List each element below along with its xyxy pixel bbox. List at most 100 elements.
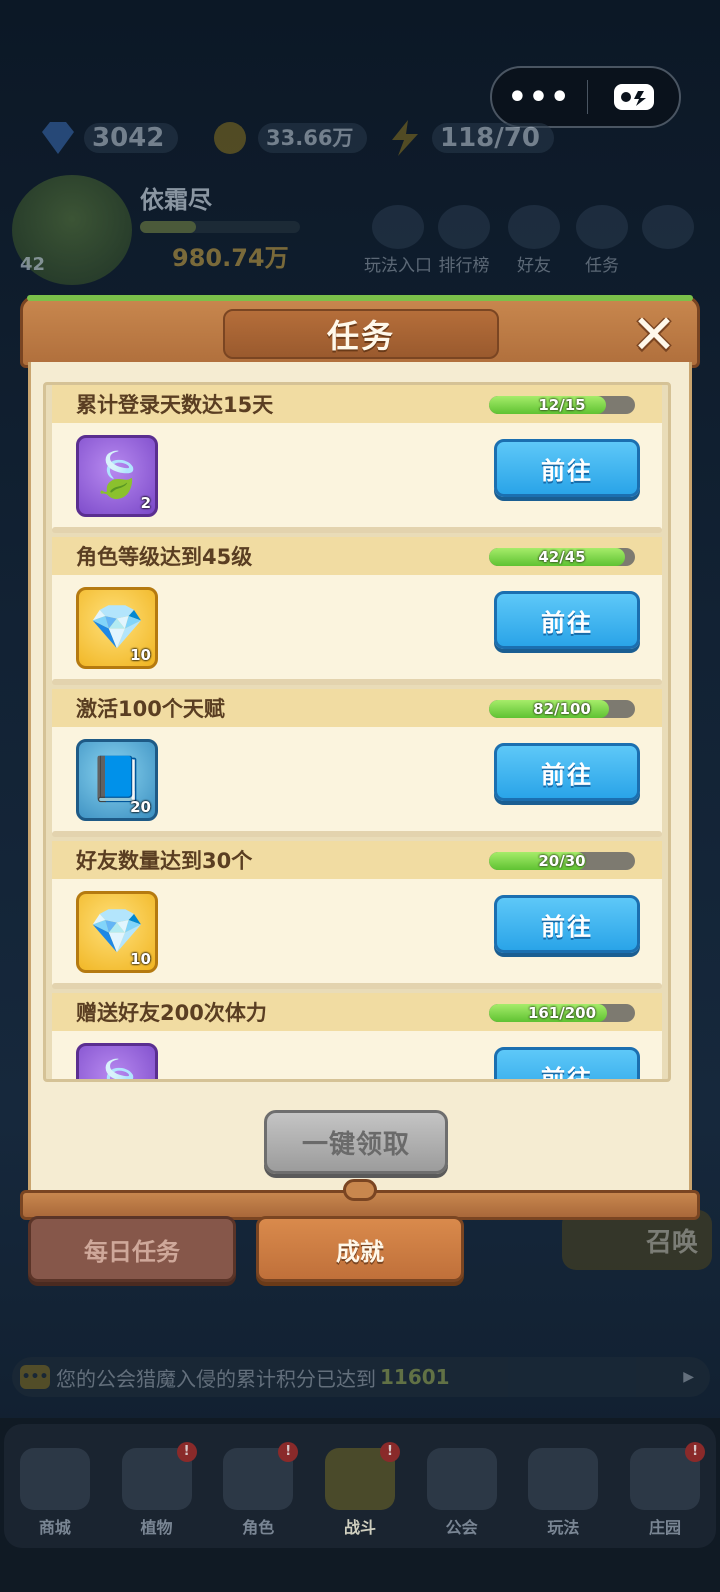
go-button[interactable]: 前往 (494, 1047, 640, 1079)
task-progress-bar: 161/200 (489, 1004, 635, 1022)
task-body: 🍃 前往 (52, 1031, 662, 1080)
ticker-text: 您的公会猎魔入侵的累计积分已达到 (56, 1366, 376, 1391)
progress-text: 42/45 (538, 548, 586, 566)
frame-gem-ornament (343, 1179, 377, 1201)
task-item: 好友数量达到30个 20/30 💎 10 前往 (52, 841, 662, 989)
gamepad-icon (613, 84, 654, 110)
chat-icon: ••• (20, 1365, 50, 1389)
task-header: 激活100个天赋 82/100 (52, 689, 662, 727)
nav-more[interactable] (642, 205, 694, 249)
stamina-value: 118/70 (432, 123, 554, 153)
nav-gameplay-entry[interactable]: 玩法入口 (364, 205, 432, 276)
task-progress-bar: 42/45 (489, 548, 635, 566)
task-body: 💎 10 前往 (52, 879, 662, 989)
reward-item[interactable]: 💎 10 (76, 587, 158, 669)
nav-character[interactable]: ! 角色 (216, 1442, 300, 1538)
diamond-icon: 💎 (89, 906, 145, 957)
diamond-icon: 💎 (89, 602, 145, 653)
progress-text: 12/15 (538, 396, 586, 414)
castle-icon (426, 1448, 497, 1510)
task-modal: 任务 ✕ 累计登录天数达15天 12/15 🍃 2 前往 角色等级达到45级 4… (20, 295, 700, 1234)
alert-badge: ! (278, 1442, 299, 1462)
nav-plants[interactable]: ! 植物 (115, 1442, 199, 1538)
coin-counter[interactable]: 33.66万 (210, 118, 368, 158)
clover-icon (642, 205, 694, 249)
task-name: 累计登录天数达15天 (76, 393, 274, 417)
announcement-ticker[interactable]: ••• 您的公会猎魔入侵的累计积分已达到 11601 ▶ (12, 1357, 710, 1397)
task-progress-bar: 12/15 (489, 396, 635, 414)
chart-icon (438, 205, 490, 249)
alert-badge: ! (685, 1442, 706, 1462)
progress-text: 161/200 (527, 1004, 597, 1022)
nav-guild[interactable]: 公会 (420, 1448, 504, 1538)
alert-badge: ! (379, 1442, 400, 1462)
reward-count: 10 (130, 950, 151, 968)
nav-tasks[interactable]: 任务 (576, 205, 628, 276)
stamina-counter[interactable]: 118/70 (384, 118, 554, 158)
nav-battle[interactable]: ! 战斗 (318, 1442, 402, 1538)
task-item: 累计登录天数达15天 12/15 🍃 2 前往 (52, 385, 662, 533)
task-progress-bar: 82/100 (489, 700, 635, 718)
progress-text: 82/100 (533, 700, 591, 718)
gamepad-icon (372, 205, 424, 249)
task-list[interactable]: 累计登录天数达15天 12/15 🍃 2 前往 角色等级达到45级 42/45 … (43, 382, 671, 1082)
modal-title: 任务 (223, 309, 499, 359)
go-button[interactable]: 前往 (494, 591, 640, 649)
tab-achievements[interactable]: 成就 (256, 1216, 464, 1282)
reward-item[interactable]: 🍃 2 (76, 435, 158, 517)
book-icon: 📘 (89, 754, 145, 805)
task-name: 好友数量达到30个 (76, 849, 253, 873)
tab-daily-tasks[interactable]: 每日任务 (28, 1216, 236, 1282)
exp-bar (140, 221, 300, 233)
reward-count: 10 (130, 646, 151, 664)
close-button[interactable]: ✕ (626, 307, 682, 363)
game-mode-icon (528, 1448, 599, 1510)
progress-text: 20/30 (538, 852, 586, 870)
task-header: 角色等级达到45级 42/45 (52, 537, 662, 575)
nav-leaderboard[interactable]: 排行榜 (438, 205, 490, 276)
player-name: 依霜尽 (140, 186, 212, 214)
claim-all-button[interactable]: 一键领取 (264, 1110, 448, 1174)
combat-power: 980.74万 (172, 244, 289, 272)
modal-header: 任务 ✕ (20, 295, 700, 368)
list-icon (576, 205, 628, 249)
reward-count: 20 (130, 798, 151, 816)
go-button[interactable]: 前往 (494, 743, 640, 801)
coin-icon (214, 122, 246, 154)
task-name: 角色等级达到45级 (76, 545, 253, 569)
go-button[interactable]: 前往 (494, 439, 640, 497)
nav-shop[interactable]: 商城 (13, 1448, 97, 1538)
friends-icon (508, 205, 560, 249)
nav-manor[interactable]: ! 庄园 (623, 1442, 707, 1538)
task-body: 🍃 2 前往 (52, 423, 662, 533)
task-item: 激活100个天赋 82/100 📘 20 前往 (52, 689, 662, 837)
bottom-nav-bar: 商城 ! 植物 ! 角色 ! 战斗 公会 玩法 ! 庄园 (0, 1418, 720, 1592)
ticker-value: 11601 (380, 1365, 450, 1389)
nav-gameplay[interactable]: 玩法 (521, 1448, 605, 1538)
lightning-icon (392, 120, 418, 156)
task-header: 好友数量达到30个 20/30 (52, 841, 662, 879)
diamond-value: 3042 (84, 123, 179, 153)
close-icon: ✕ (631, 303, 677, 366)
gamepad-button[interactable] (588, 80, 679, 114)
shop-icon (19, 1448, 90, 1510)
reward-item[interactable]: 💎 10 (76, 891, 158, 973)
player-level: 42 (20, 254, 46, 275)
leaf-icon: 🍃 (90, 1062, 145, 1080)
leaf-icon: 🍃 (89, 450, 145, 501)
task-body: 📘 20 前往 (52, 727, 662, 837)
go-button[interactable]: 前往 (494, 895, 640, 953)
nav-friends[interactable]: 好友 (508, 205, 560, 276)
task-name: 赠送好友200次体力 (76, 1001, 267, 1025)
reward-item[interactable]: 📘 20 (76, 739, 158, 821)
task-item: 角色等级达到45级 42/45 💎 10 前往 (52, 537, 662, 685)
reward-item[interactable]: 🍃 (76, 1043, 158, 1080)
task-tabs: 每日任务 成就 (28, 1216, 468, 1288)
task-body: 💎 10 前往 (52, 575, 662, 685)
task-item: 赠送好友200次体力 161/200 🍃 前往 (52, 993, 662, 1080)
task-name: 激活100个天赋 (76, 697, 225, 721)
alert-badge: ! (176, 1442, 197, 1462)
modal-body: 累计登录天数达15天 12/15 🍃 2 前往 角色等级达到45级 42/45 … (28, 362, 692, 1192)
diamond-counter[interactable]: 3042 (36, 118, 179, 158)
more-menu-button[interactable]: ••• (492, 80, 587, 115)
